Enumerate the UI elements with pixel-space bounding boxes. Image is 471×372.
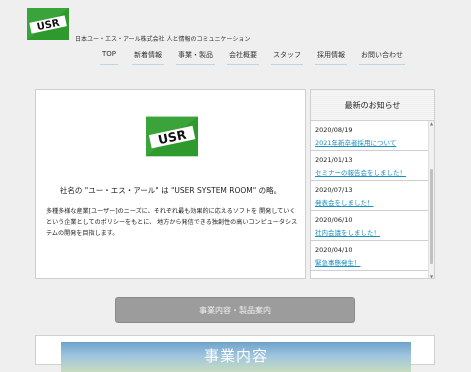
banner-title: 事業内容 bbox=[203, 347, 268, 365]
news-link[interactable]: 発表会をしました！ bbox=[315, 197, 431, 207]
business-info-button[interactable]: 事業内容・製品案内 bbox=[115, 297, 355, 323]
news-date: 2020/06/10 bbox=[315, 216, 353, 224]
news-item: 2020/08/19 2021年新卒者採用について bbox=[311, 121, 431, 151]
intro-logo: USR bbox=[146, 116, 198, 157]
company-policy-text: 多種多様な産業[ユーザー]のニーズに、それぞれ最も効果的に応えるソフトを 開発し… bbox=[46, 208, 298, 237]
news-panel: 最新のお知らせ 2020/08/19 2021年新卒者採用について 2021/0… bbox=[310, 89, 435, 279]
news-link[interactable]: 2021年新卒者採用について bbox=[315, 137, 431, 147]
news-link[interactable]: 緊急事態発生！ bbox=[315, 257, 431, 267]
nav-item-recruit[interactable]: 採用情報 bbox=[315, 48, 348, 65]
nav-item-top[interactable]: TOP bbox=[100, 48, 119, 65]
news-item: 2020/06/10 社内会議をしました！ bbox=[311, 211, 431, 241]
company-logo[interactable]: USR bbox=[27, 8, 69, 40]
nav-item-business[interactable]: 事業・製品 bbox=[176, 48, 216, 65]
news-item: 2020/07/13 発表会をしました！ bbox=[311, 181, 431, 211]
company-name-description: 社名の "ユー・エス・アール" は "USER SYSTEM ROOM" の略。 bbox=[59, 186, 282, 195]
business-section: 事業内容 bbox=[35, 335, 435, 372]
news-scrollbar[interactable]: ▲ ▼ bbox=[428, 121, 434, 278]
nav-item-contact[interactable]: お問い合わせ bbox=[359, 48, 406, 65]
scroll-down-arrow-icon[interactable]: ▼ bbox=[429, 274, 434, 278]
news-date: 2021/01/13 bbox=[315, 156, 353, 164]
news-date: 2020/04/10 bbox=[315, 246, 353, 254]
nav-item-news[interactable]: 新着情報 bbox=[132, 48, 165, 65]
news-date: 2020/08/19 bbox=[315, 126, 353, 134]
news-link[interactable]: 社内会議をしました！ bbox=[315, 227, 431, 237]
site-tagline: 日本ユー・エス・アール株式会社 人と情報のコミュニケーション bbox=[75, 36, 251, 43]
nav-item-company[interactable]: 会社概要 bbox=[227, 48, 260, 65]
news-item: 2020/04/10 緊急事態発生！ bbox=[311, 241, 431, 271]
business-banner-image: 事業内容 bbox=[61, 342, 411, 372]
news-item: 2021/01/13 セミナーの報告会をしました！ bbox=[311, 151, 431, 181]
news-title: 最新のお知らせ bbox=[311, 90, 434, 121]
nav-item-staff[interactable]: スタッフ bbox=[271, 48, 304, 65]
news-link[interactable]: セミナーの報告会をしました！ bbox=[315, 167, 431, 177]
scroll-up-arrow-icon[interactable]: ▲ bbox=[429, 121, 434, 127]
news-date: 2020/07/13 bbox=[315, 186, 353, 194]
news-list: 2020/08/19 2021年新卒者採用について 2021/01/13 セミナ… bbox=[311, 121, 431, 271]
intro-panel: USR 社名の "ユー・エス・アール" は "USER SYSTEM ROOM"… bbox=[35, 89, 306, 279]
main-nav: TOP 新着情報 事業・製品 会社概要 スタッフ 採用情報 お問い合わせ bbox=[100, 48, 417, 65]
scroll-thumb[interactable] bbox=[430, 169, 433, 264]
